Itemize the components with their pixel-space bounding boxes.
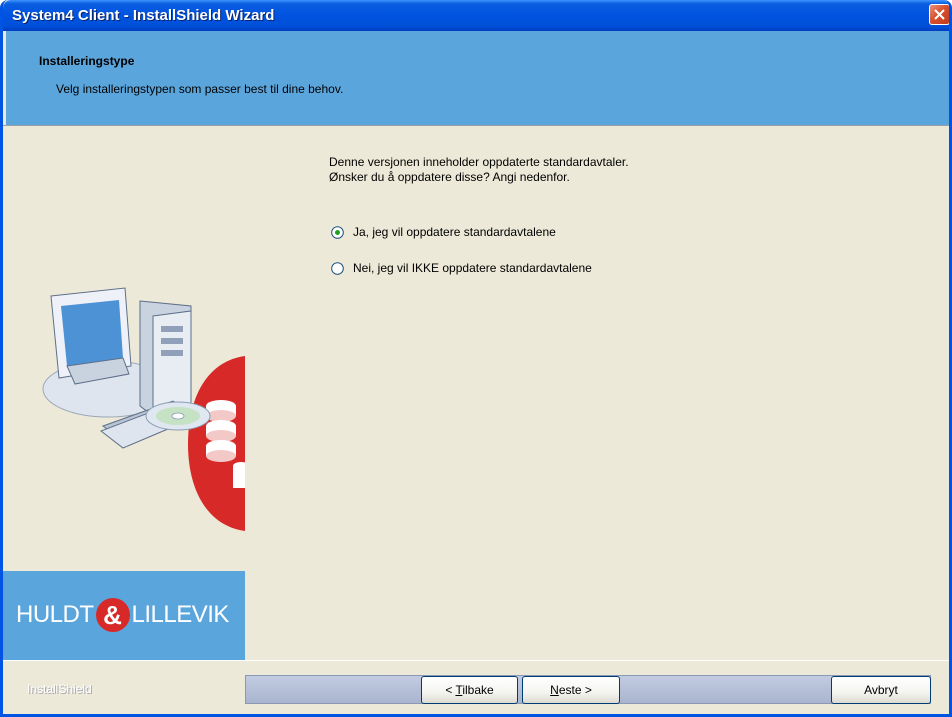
radio-label-yes[interactable]: Ja, jeg vil oppdatere standardavtalene [353, 225, 556, 239]
header-band: Installeringstype Velg installeringstype… [6, 31, 949, 125]
cancel-button[interactable]: Avbryt [831, 676, 931, 704]
window-title: System4 Client - InstallShield Wizard [12, 7, 275, 24]
back-label: ilbake [462, 683, 494, 697]
radio-label-no[interactable]: Nei, jeg vil IKKE oppdatere standardavta… [353, 261, 592, 275]
title-bar[interactable]: System4 Client - InstallShield Wizard [3, 0, 949, 31]
next-label: este > [558, 683, 592, 697]
page-title: Installeringstype [39, 54, 135, 68]
next-button[interactable]: Neste > [522, 676, 620, 704]
close-icon [934, 9, 945, 20]
radio-unchecked-icon[interactable] [331, 262, 344, 275]
intro-line-1: Denne versjonen inneholder oppdaterte st… [329, 155, 629, 169]
back-button[interactable]: < Tilbake [421, 676, 518, 704]
intro-line-2: Ønsker du å oppdatere disse? Angi nedenf… [329, 170, 570, 184]
intro-text: Denne versjonen inneholder oppdaterte st… [329, 155, 629, 185]
radio-checked-icon[interactable] [331, 226, 344, 239]
logo-right: LILLEVIK [131, 601, 230, 628]
logo-ampersand: & [95, 598, 130, 632]
close-button[interactable] [929, 4, 949, 25]
back-prefix: < [445, 683, 456, 697]
page-subtitle: Velg installeringstypen som passer best … [56, 82, 344, 96]
installshield-label: InstallShield [27, 682, 92, 696]
next-accelerator: N [550, 683, 559, 697]
logo-left: HULDT [16, 601, 94, 628]
huldt-lillevik-logo: HULDT & LILLEVIK [16, 598, 229, 632]
cancel-label: Avbryt [864, 683, 898, 697]
